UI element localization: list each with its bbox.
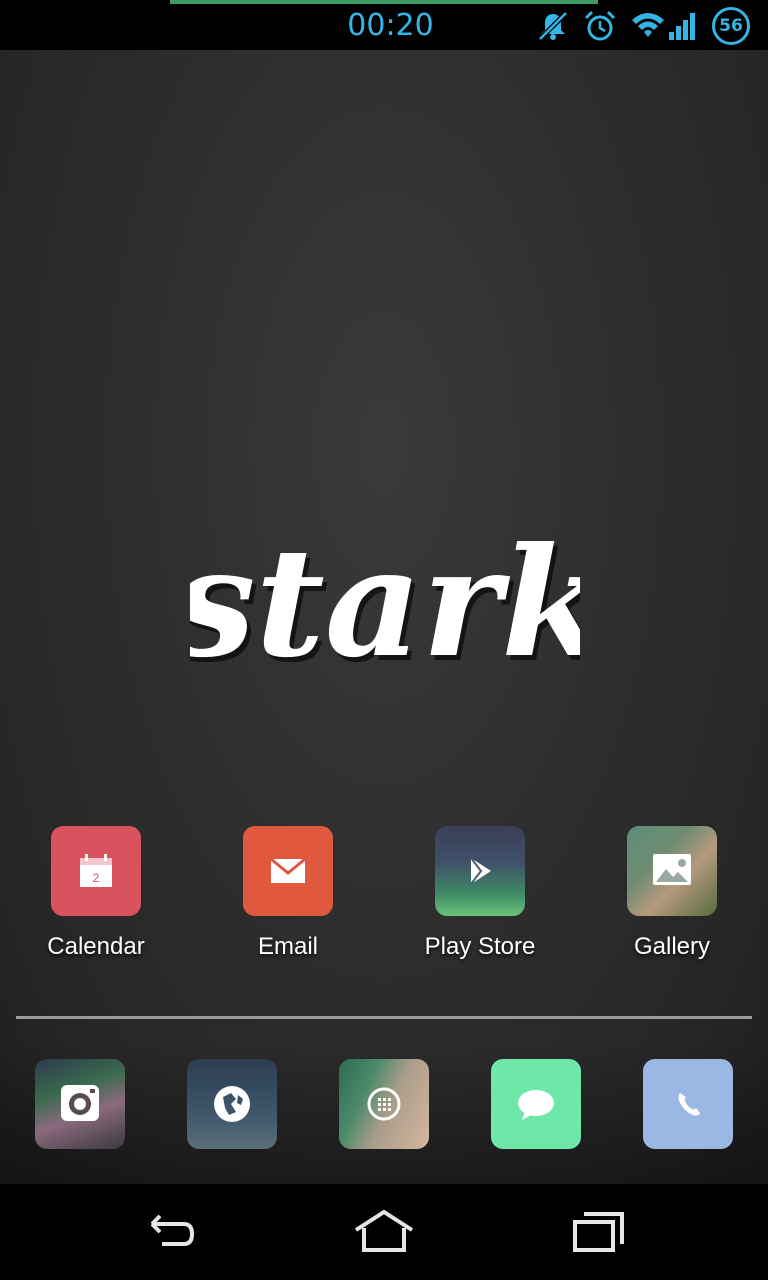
app-label-gallery: Gallery — [633, 933, 711, 960]
svg-text:2: 2 — [93, 871, 100, 885]
browser-icon — [214, 1086, 250, 1122]
dock-messaging[interactable] — [491, 1059, 581, 1149]
messaging-icon — [518, 1090, 554, 1120]
svg-text:stark: stark — [190, 515, 580, 691]
app-email[interactable]: Email — [213, 826, 363, 961]
email-icon — [243, 826, 333, 916]
dock-phone[interactable] — [643, 1059, 733, 1149]
dock-app-drawer[interactable] — [339, 1059, 429, 1149]
app-drawer-icon — [367, 1087, 401, 1121]
home-icon[interactable] — [344, 1204, 424, 1260]
alarm-icon — [584, 10, 616, 41]
navigation-bar — [0, 1184, 768, 1280]
play-store-icon — [435, 826, 525, 916]
app-play-store[interactable]: Play Store — [405, 826, 555, 961]
app-calendar[interactable]: 2 Calendar — [21, 826, 171, 961]
app-label-email: Email — [257, 933, 318, 960]
back-icon[interactable] — [130, 1204, 210, 1260]
battery-icon: 56 — [712, 7, 750, 45]
calendar-icon: 2 — [51, 826, 141, 916]
app-gallery[interactable]: Gallery — [597, 826, 747, 961]
app-label-play-store: Play Store — [424, 933, 536, 960]
dock-camera[interactable] — [35, 1059, 125, 1149]
stark-logo: stark stark — [190, 515, 580, 695]
camera-icon — [61, 1085, 99, 1121]
wifi-icon — [632, 13, 664, 37]
gallery-icon — [627, 826, 717, 916]
recents-icon[interactable] — [558, 1204, 638, 1260]
status-clock: 00:20 — [347, 8, 434, 43]
download-progress-line — [170, 0, 598, 4]
notifications-muted-icon — [538, 11, 568, 41]
dock-divider — [16, 1016, 752, 1019]
dock-browser[interactable] — [187, 1059, 277, 1149]
cell-signal-icon — [669, 13, 695, 40]
phone-icon — [678, 1093, 700, 1116]
app-label-calendar: Calendar — [47, 933, 145, 960]
status-bar: 00:20 56 — [0, 0, 768, 50]
home-screen: 00:20 56 stark stark — [0, 0, 768, 1280]
